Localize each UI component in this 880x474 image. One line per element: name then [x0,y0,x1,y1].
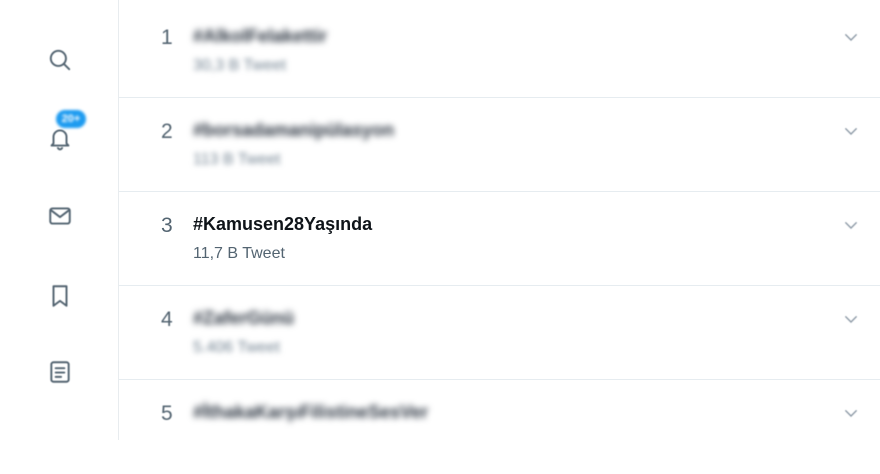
trend-rank: 3 [161,214,173,237]
chevron-down-icon[interactable] [842,216,860,234]
trend-hashtag: #Kamusen28Yaşında [193,214,373,234]
bell-icon [50,129,70,151]
trends-list: 1 #AlkolFelakettir 30,3 B Tweet 2 #borsa… [119,0,880,440]
trend-row[interactable]: 4 #ZaferGünü 5.406 Tweet [119,286,880,380]
search-icon[interactable] [44,44,76,76]
mail-icon[interactable] [44,200,76,232]
trend-rank: 5 [161,402,173,425]
chevron-down-icon[interactable] [842,122,860,140]
trend-hashtag: #İthakaKarşıFilistineSesVer [193,402,429,422]
trend-rank: 4 [161,308,173,331]
chevron-down-icon[interactable] [842,310,860,328]
notifications-nav-item[interactable]: 20+ [44,110,86,154]
trend-tweet-count: 5.406 Tweet [193,339,280,356]
chevron-down-icon[interactable] [842,28,860,46]
chevron-down-icon[interactable] [842,404,860,422]
trend-tweet-count: 11,7 B Tweet [193,245,285,262]
notification-badge: 20+ [56,110,86,128]
trend-rank: 1 [161,26,173,49]
trend-hashtag: #AlkolFelakettir [193,26,328,46]
trend-hashtag: #borsadamanipülasyon [193,120,395,140]
trend-row[interactable]: 3 #Kamusen28Yaşında 11,7 B Tweet [119,192,880,286]
trend-tweet-count: 113 B Tweet [193,151,281,168]
trend-row[interactable]: 2 #borsadamanipülasyon 113 B Tweet [119,98,880,192]
bookmark-icon[interactable] [44,280,76,312]
trend-rank: 2 [161,120,173,143]
trend-row[interactable]: 1 #AlkolFelakettir 30,3 B Tweet [119,4,880,98]
trend-hashtag: #ZaferGünü [193,308,295,328]
trend-tweet-count: 30,3 B Tweet [193,57,287,74]
list-icon[interactable] [44,356,76,388]
sidebar: 20+ [0,0,119,440]
trend-row[interactable]: 5 #İthakaKarşıFilistineSesVer [119,380,880,474]
